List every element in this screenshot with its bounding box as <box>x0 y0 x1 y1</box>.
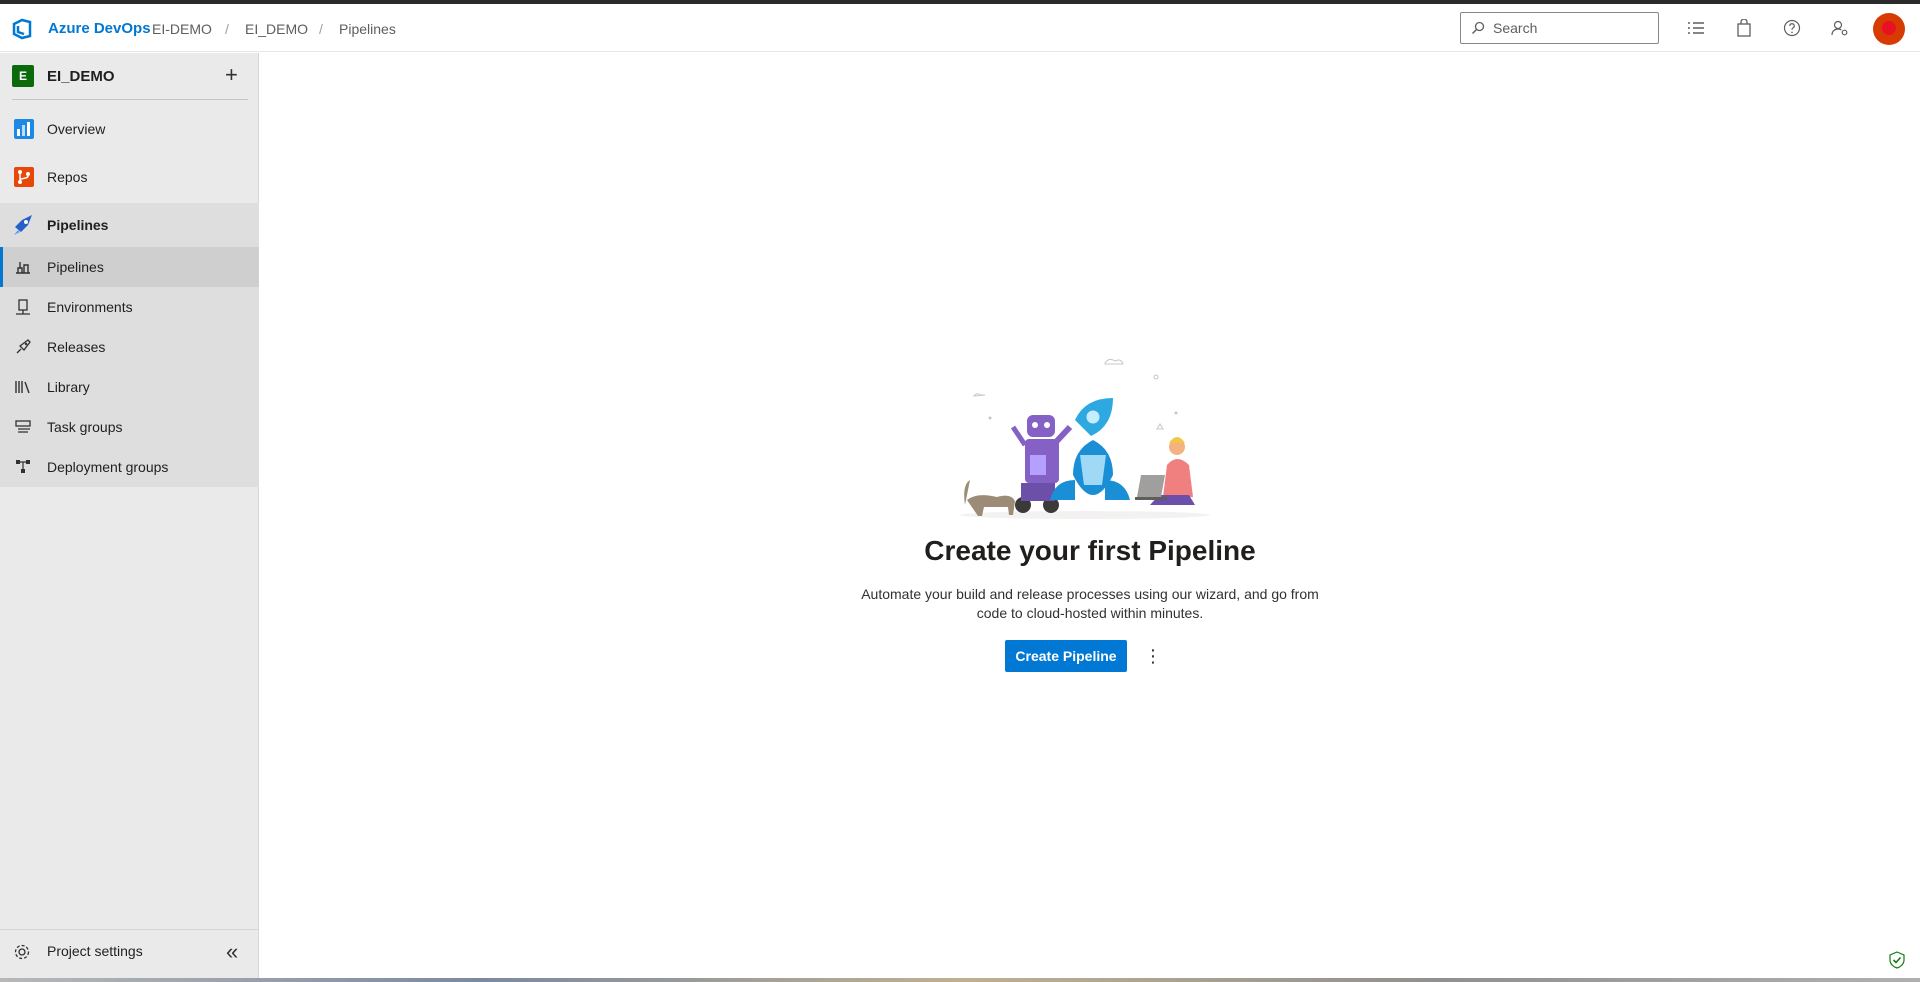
sidebar-subitem-label: Deployment groups <box>47 459 169 475</box>
more-options-icon[interactable]: ⋮ <box>1143 645 1163 667</box>
releases-icon <box>16 339 31 354</box>
description-line: code to cloud-hosted within minutes. <box>976 605 1204 621</box>
sidebar-subitem-pipelines[interactable]: Pipelines <box>0 247 259 287</box>
pipelines-icon <box>14 215 32 235</box>
left-sidebar: E EI_DEMO + Overview Repos Pipelines Pip… <box>0 53 259 982</box>
project-settings-label: Project settings <box>47 943 143 959</box>
breadcrumb-separator: / <box>319 21 323 37</box>
description-line: Automate your build and release processe… <box>861 586 1319 602</box>
sidebar-item-overview[interactable]: Overview <box>0 107 259 151</box>
repos-icon <box>14 167 34 187</box>
sidebar-subitem-label: Task groups <box>47 419 123 435</box>
sidebar-subitem-task-groups[interactable]: Task groups <box>0 407 259 447</box>
project-header[interactable]: E EI_DEMO + <box>0 53 259 99</box>
pipeline-illustration <box>960 358 1210 519</box>
pipelines-sub-icon <box>16 262 30 274</box>
azure-devops-logo-icon[interactable] <box>12 18 34 40</box>
overview-icon <box>14 119 34 139</box>
sidebar-item-label: Pipelines <box>47 217 109 233</box>
sidebar-subitem-label: Environments <box>47 299 133 315</box>
task-groups-icon <box>15 420 31 433</box>
brand-link[interactable]: Azure DevOps <box>48 20 151 37</box>
breadcrumb-separator: / <box>225 21 229 37</box>
top-header: Azure DevOps EI-DEMO / EI_DEMO / Pipelin… <box>0 4 1920 52</box>
marketplace-bag-icon[interactable] <box>1734 18 1754 38</box>
create-pipeline-button[interactable]: Create Pipeline <box>1005 640 1127 672</box>
collapse-sidebar-icon[interactable]: « <box>226 939 238 965</box>
page-description: Automate your build and release processe… <box>850 585 1330 623</box>
user-avatar[interactable] <box>1873 13 1905 45</box>
sidebar-subitem-releases[interactable]: Releases <box>0 327 259 367</box>
project-name[interactable]: EI_DEMO <box>47 68 115 85</box>
search-box[interactable] <box>1460 12 1659 44</box>
deployment-groups-icon <box>16 460 30 473</box>
gear-icon <box>14 944 30 960</box>
breadcrumb-pipelines[interactable]: Pipelines <box>339 21 396 37</box>
environments-icon <box>16 299 30 315</box>
project-settings[interactable]: Project settings « <box>0 929 259 973</box>
page-title: Create your first Pipeline <box>924 535 1256 566</box>
sidebar-subitem-environments[interactable]: Environments <box>0 287 259 327</box>
sidebar-subitem-label: Pipelines <box>47 259 104 275</box>
divider <box>12 99 248 100</box>
work-items-icon[interactable] <box>1686 18 1706 38</box>
sidebar-subitem-label: Library <box>47 379 90 395</box>
help-icon[interactable] <box>1782 18 1802 38</box>
search-input[interactable] <box>1493 20 1653 36</box>
user-settings-icon[interactable] <box>1830 18 1850 38</box>
library-icon <box>15 381 30 394</box>
sidebar-item-label: Overview <box>47 121 106 137</box>
taskbar-edge <box>0 978 1920 982</box>
shield-icon <box>1889 951 1905 969</box>
sidebar-subitem-label: Releases <box>47 339 106 355</box>
sidebar-item-pipelines[interactable]: Pipelines <box>0 203 259 247</box>
sidebar-item-repos[interactable]: Repos <box>0 155 259 199</box>
search-icon <box>1472 21 1485 34</box>
breadcrumb-project[interactable]: EI_DEMO <box>245 21 308 37</box>
sidebar-subitem-deployment-groups[interactable]: Deployment groups <box>0 447 259 487</box>
add-icon[interactable]: + <box>225 64 238 86</box>
project-avatar: E <box>12 65 34 87</box>
breadcrumb-org[interactable]: EI-DEMO <box>152 21 212 37</box>
sidebar-subitem-library[interactable]: Library <box>0 367 259 407</box>
sidebar-item-label: Repos <box>47 169 88 185</box>
